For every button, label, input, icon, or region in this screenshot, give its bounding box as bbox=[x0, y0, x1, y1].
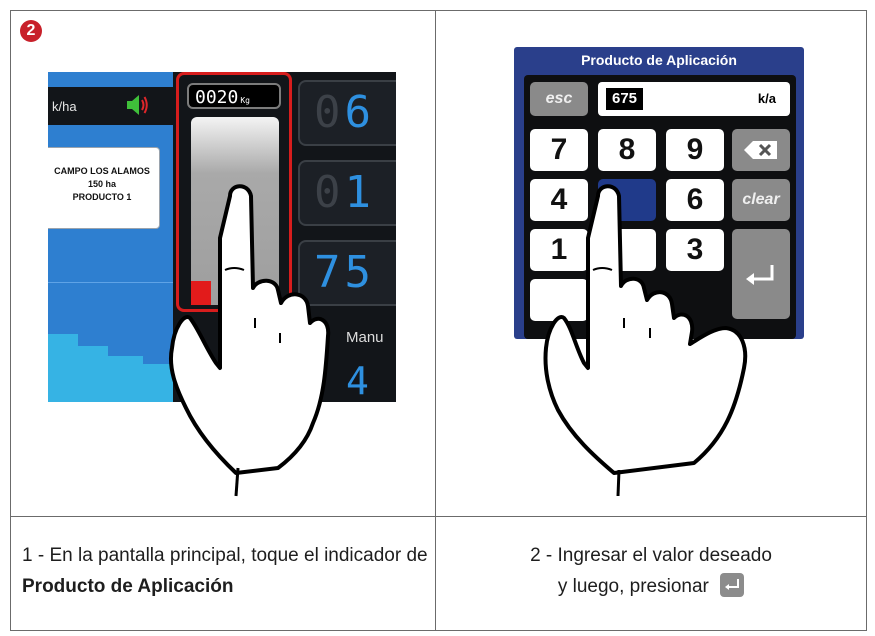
field-product: PRODUCTO 1 bbox=[72, 192, 132, 202]
map-divider bbox=[48, 282, 173, 283]
step-2-line-1: 2 - Ingresar el valor deseado bbox=[530, 545, 772, 566]
value-input[interactable]: 675 k/a bbox=[598, 82, 790, 116]
esc-button[interactable]: esc bbox=[530, 82, 588, 116]
step-1-text: 1 - En la pantalla principal, toque el i… bbox=[22, 545, 428, 566]
step-1-caption: 1 - En la pantalla principal, toque el i… bbox=[22, 540, 432, 602]
rate-unit: k/ha bbox=[52, 99, 77, 114]
pointing-hand-icon bbox=[543, 184, 748, 497]
key-8[interactable]: 8 bbox=[598, 129, 656, 171]
input-unit: k/a bbox=[757, 91, 776, 106]
backspace-icon bbox=[744, 141, 777, 159]
map-area: k/ha CAMPO LOS ALAMOS 150 ha PRODUCTO 1 bbox=[48, 72, 173, 402]
backspace-button[interactable] bbox=[732, 129, 790, 171]
field-info-card[interactable]: CAMPO LOS ALAMOS 150 ha PRODUCTO 1 bbox=[48, 147, 160, 229]
hopper-level-unit: Kg bbox=[240, 96, 250, 105]
key-9[interactable]: 9 bbox=[666, 129, 724, 171]
step-number-badge: 2 bbox=[20, 20, 42, 42]
step-2-line-2: y luego, presionar bbox=[557, 576, 709, 597]
digit-dim: 0 bbox=[314, 87, 345, 138]
hopper-level-value: 0020 bbox=[195, 87, 239, 108]
terrain-graphic bbox=[48, 334, 173, 402]
column-divider bbox=[435, 10, 436, 631]
pointing-hand-icon bbox=[169, 184, 331, 497]
dialog-title: Producto de Aplicación bbox=[581, 52, 737, 68]
field-name: CAMPO LOS ALAMOS bbox=[54, 166, 150, 176]
speaker-icon[interactable] bbox=[126, 92, 148, 118]
mode-label: Manu bbox=[346, 329, 384, 346]
step-2-caption: 2 - Ingresar el valor deseado y luego, p… bbox=[445, 540, 857, 602]
digit-lit: 6 bbox=[344, 87, 375, 138]
enter-icon bbox=[720, 572, 745, 597]
step-1-bold-text: Producto de Aplicación bbox=[22, 576, 234, 597]
rate-strip: k/ha bbox=[48, 87, 173, 125]
field-area: 150 ha bbox=[87, 179, 117, 189]
rate-display-1[interactable]: 06 bbox=[298, 80, 396, 146]
input-value: 675 bbox=[606, 88, 644, 110]
key-7[interactable]: 7 bbox=[530, 129, 588, 171]
hopper-level-readout: 0020 Kg bbox=[187, 83, 281, 109]
bottom-digit: 4 bbox=[346, 359, 369, 402]
row-divider bbox=[10, 516, 867, 517]
digit-lit: 1 bbox=[344, 167, 375, 218]
step-2-line-2-wrap: y luego, presionar bbox=[445, 571, 857, 602]
